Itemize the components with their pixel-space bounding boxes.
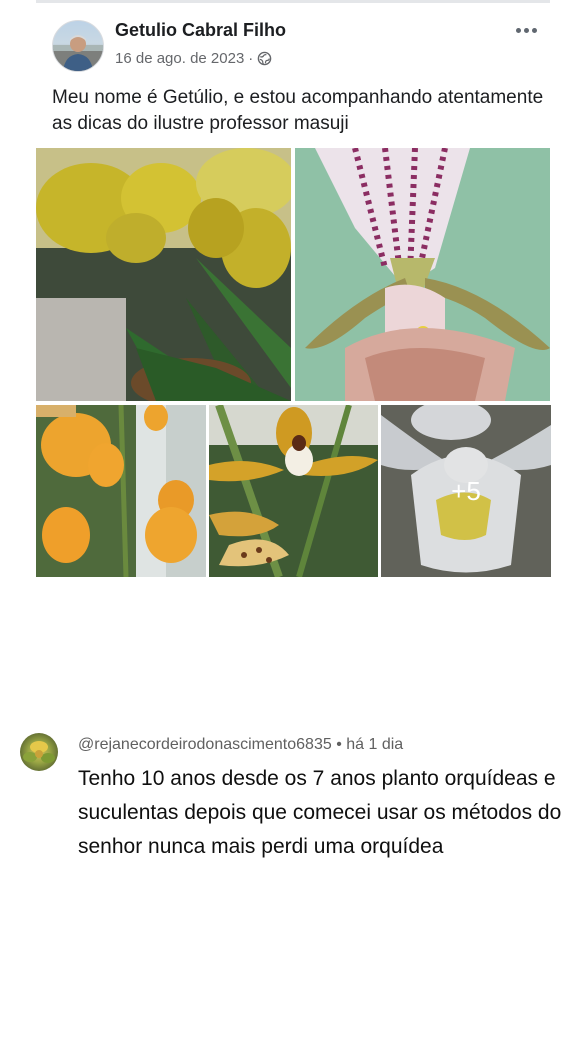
comment-text: Tenho 10 anos desde os 7 anos planto orq… xyxy=(78,767,562,858)
post-photo-1[interactable] xyxy=(36,148,291,401)
meta-separator: · xyxy=(248,50,254,67)
paphiopedilum-closeup-image xyxy=(295,148,550,401)
post-text: Meu nome é Getúlio, e estou acompanhando… xyxy=(52,87,544,134)
yellow-brown-spotted-orchid-image xyxy=(209,405,378,577)
globe-icon xyxy=(257,51,272,66)
post-author-name[interactable]: Getulio Cabral Filho xyxy=(115,20,286,41)
post-photo-5[interactable]: +5 xyxy=(381,405,551,577)
post-meta: 16 de ago. de 2023 · xyxy=(115,50,272,67)
post-photo-4[interactable] xyxy=(209,405,378,577)
post-photo-2[interactable] xyxy=(295,148,550,401)
author-avatar[interactable] xyxy=(52,20,104,72)
yellow-slipper-orchid-image xyxy=(36,148,291,401)
post-top-divider xyxy=(36,0,550,3)
post-date[interactable]: 16 de ago. de 2023 xyxy=(115,50,244,67)
more-options-icon[interactable] xyxy=(512,20,540,40)
more-photos-count[interactable]: +5 xyxy=(381,405,551,577)
comment-time: há 1 dia xyxy=(346,736,404,753)
avatar-photo xyxy=(53,35,103,71)
commenter-handle[interactable]: @rejanecordeirodonascimento6835 xyxy=(78,736,332,753)
commenter-avatar[interactable] xyxy=(20,733,58,771)
commenter-avatar-photo xyxy=(23,741,55,763)
post-photo-3[interactable] xyxy=(36,405,206,577)
comment-header: @rejanecordeirodonascimento6835 • há 1 d… xyxy=(78,736,403,754)
comment-separator: • xyxy=(336,736,342,753)
orange-orchid-cluster-image xyxy=(36,405,206,577)
